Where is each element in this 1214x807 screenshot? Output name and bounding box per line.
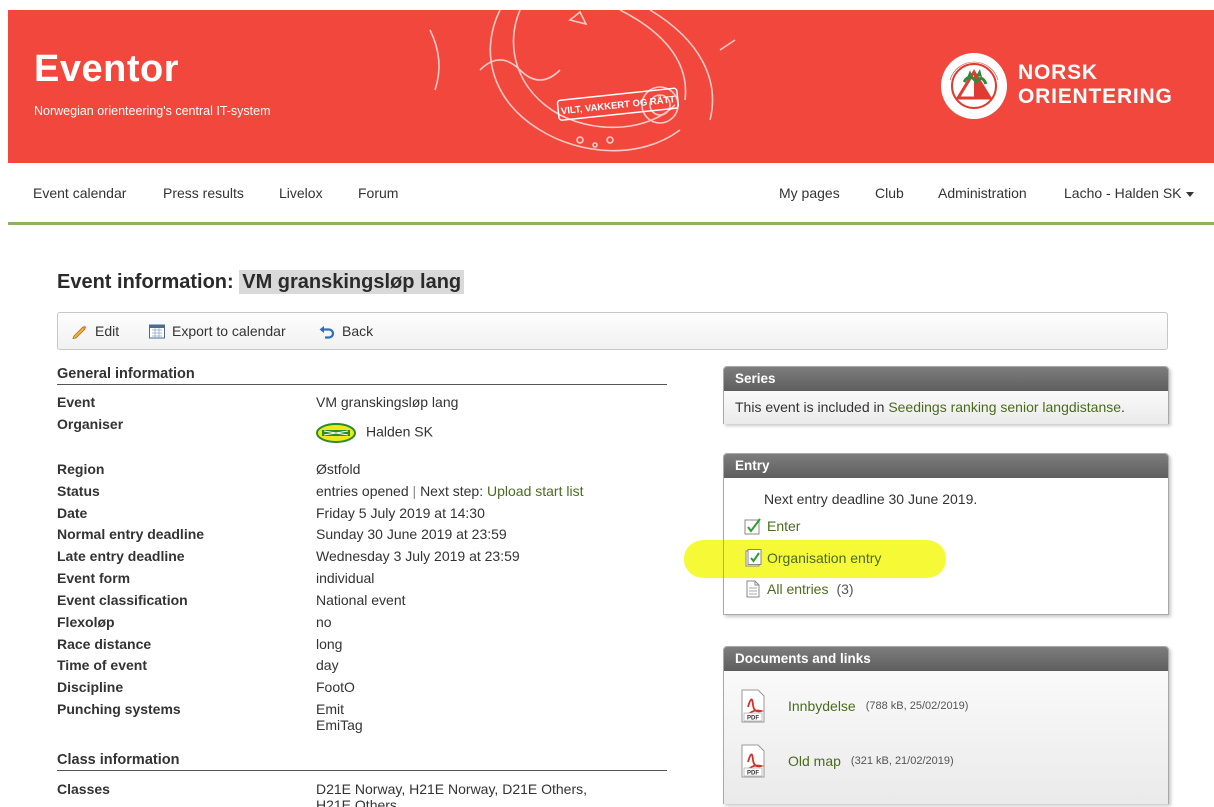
all-entries-link[interactable]: All entries (3): [743, 579, 854, 599]
back-button[interactable]: Back: [318, 323, 373, 339]
header-banner: Eventor Norwegian orienteering's central…: [8, 10, 1214, 163]
event-toolbar: Edit Export to calendar Back: [57, 312, 1168, 350]
chevron-down-icon: [1185, 191, 1194, 197]
series-text: This event is included in Seedings ranki…: [735, 399, 1125, 415]
series-panel-heading: Series: [724, 367, 1168, 391]
nav-forum[interactable]: Forum: [358, 185, 398, 201]
pdf-icon[interactable]: PDF: [740, 744, 766, 778]
svg-text:PDF: PDF: [747, 716, 759, 722]
document-item: PDF Innbydelse (788 kB, 25/02/2019): [740, 689, 968, 723]
organisation-entry-link[interactable]: Organisation entry: [743, 548, 881, 568]
back-arrow-icon: [319, 326, 335, 339]
checkbox-checked-icon: [744, 518, 761, 535]
document-link[interactable]: Old map: [788, 753, 841, 769]
nav-press-results[interactable]: Press results: [163, 185, 244, 201]
banner-artwork: VILT, VAKKERT OG RÅTT: [429, 10, 736, 152]
page-title: Event information: VM granskingsløp lang: [57, 270, 465, 294]
document-link[interactable]: Innbydelse: [788, 698, 856, 714]
nav-user-menu[interactable]: Lacho - Halden SK: [1064, 185, 1194, 201]
series-link[interactable]: Seedings ranking senior langdistanse: [888, 399, 1121, 415]
entry-panel-heading: Entry: [724, 454, 1168, 478]
document-item: PDF Old map (321 kB, 21/02/2019): [740, 744, 954, 778]
svg-text:PDF: PDF: [747, 771, 759, 777]
nav-administration[interactable]: Administration: [938, 185, 1027, 201]
main-nav: Event calendar Press results Livelox For…: [8, 163, 1214, 225]
club-logo-icon: [316, 423, 356, 443]
calendar-icon: [149, 324, 165, 339]
site-subtitle: Norwegian orienteering's central IT-syst…: [34, 104, 271, 118]
document-meta: (321 kB, 21/02/2019): [850, 755, 954, 767]
page-title-event: VM granskingsløp lang: [239, 270, 465, 294]
export-to-calendar-button[interactable]: Export to calendar: [148, 323, 286, 339]
entry-deadline-text: Next entry deadline 30 June 2019.: [764, 491, 978, 507]
general-information-heading: General information: [57, 366, 667, 385]
organiser-name[interactable]: Halden SK: [366, 424, 433, 440]
nav-my-pages[interactable]: My pages: [779, 185, 840, 201]
upload-start-list-link[interactable]: Upload start list: [487, 483, 583, 499]
enter-link[interactable]: Enter: [743, 516, 800, 536]
document-icon: [746, 580, 760, 598]
all-entries-count: (3): [836, 581, 854, 597]
norsk-orientering-logo[interactable]: [940, 52, 1008, 120]
nav-livelox[interactable]: Livelox: [279, 185, 323, 201]
user-name: Lacho - Halden SK: [1064, 185, 1182, 201]
edit-button[interactable]: Edit: [71, 323, 119, 339]
series-panel: Series This event is included in Seeding…: [723, 366, 1169, 424]
class-information-heading: Class information: [57, 752, 667, 771]
document-meta: (788 kB, 25/02/2019): [865, 700, 969, 712]
pencil-icon: [72, 325, 87, 339]
norsk-orientering-wordmark[interactable]: NORSK ORIENTERING: [1018, 61, 1173, 109]
site-title[interactable]: Eventor: [34, 48, 179, 91]
documents-panel-heading: Documents and links: [724, 647, 1168, 671]
organisation-entry-icon: [745, 549, 762, 567]
nav-club[interactable]: Club: [875, 185, 904, 201]
pdf-icon[interactable]: PDF: [740, 689, 766, 723]
nav-event-calendar[interactable]: Event calendar: [33, 185, 126, 201]
entry-panel: Entry Next entry deadline 30 June 2019. …: [723, 453, 1169, 615]
documents-panel: Documents and links PDF Innbydelse (788 …: [723, 646, 1169, 804]
